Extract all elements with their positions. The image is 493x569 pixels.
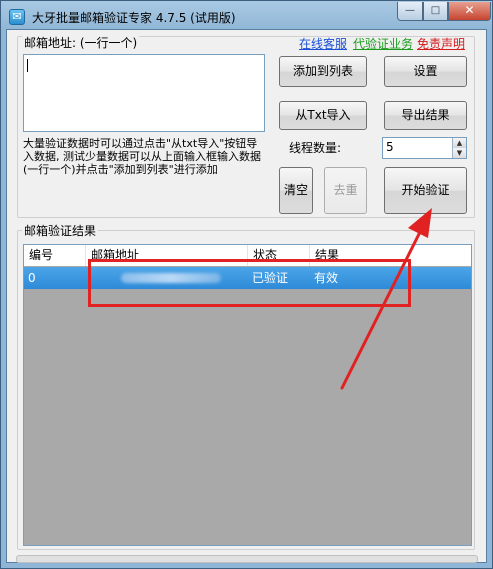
results-listview[interactable]: 编号 邮箱地址 状态 结果 0 已验证 有效 bbox=[23, 244, 472, 546]
thread-count-stepper[interactable]: 5 ▲ ▼ bbox=[382, 137, 467, 159]
dedupe-button[interactable]: 去重 bbox=[324, 167, 367, 214]
maximize-button[interactable]: □ bbox=[423, 2, 448, 21]
email-input-label: 邮箱地址: (一行一个) bbox=[22, 34, 140, 51]
thread-count-label: 线程数量: bbox=[289, 141, 342, 155]
row-id-cell: 0 bbox=[28, 271, 36, 285]
column-header-result[interactable]: 结果 bbox=[310, 245, 471, 266]
table-row[interactable]: 0 已验证 有效 bbox=[24, 267, 471, 289]
text-caret bbox=[27, 59, 28, 72]
column-header-email[interactable]: 邮箱地址 bbox=[86, 245, 248, 266]
settings-button[interactable]: 设置 bbox=[384, 56, 467, 87]
online-support-link[interactable]: 在线客服 bbox=[299, 35, 347, 52]
thread-count-value: 5 bbox=[386, 140, 394, 154]
close-button[interactable]: ✕ bbox=[448, 2, 491, 21]
title-bar[interactable]: ✉ 大牙批量邮箱验证专家 4.7.5 (试用版) — □ ✕ bbox=[2, 2, 493, 30]
column-header-status[interactable]: 状态 bbox=[248, 245, 310, 266]
spin-down-icon[interactable]: ▼ bbox=[452, 148, 466, 158]
row-result-cell: 有效 bbox=[314, 271, 339, 285]
minimize-button[interactable]: — bbox=[397, 2, 423, 21]
results-header: 编号 邮箱地址 状态 结果 bbox=[24, 245, 471, 266]
blurred-email-redaction bbox=[121, 273, 221, 283]
results-label: 邮箱验证结果 bbox=[22, 222, 99, 239]
add-to-list-button[interactable]: 添加到列表 bbox=[279, 56, 367, 87]
import-txt-button[interactable]: 从Txt导入 bbox=[279, 101, 367, 130]
window-title: 大牙批量邮箱验证专家 4.7.5 (试用版) bbox=[32, 11, 236, 25]
row-status-cell: 已验证 bbox=[252, 271, 289, 285]
start-verify-button[interactable]: 开始验证 bbox=[384, 167, 467, 214]
spin-up-icon[interactable]: ▲ bbox=[452, 138, 466, 148]
horizontal-scrollbar[interactable] bbox=[16, 555, 478, 563]
import-hint-text: 大量验证数据时可以通过点击"从txt导入"按钮导入数据, 测试少量数据可以从上面… bbox=[23, 137, 261, 176]
export-results-button[interactable]: 导出结果 bbox=[384, 101, 467, 130]
clear-button[interactable]: 清空 bbox=[279, 167, 313, 214]
disclaimer-link[interactable]: 免责声明 bbox=[417, 35, 465, 52]
column-header-id[interactable]: 编号 bbox=[24, 245, 86, 266]
verification-service-link[interactable]: 代验证业务 bbox=[353, 35, 413, 52]
app-icon: ✉ bbox=[9, 9, 25, 25]
email-input-textarea[interactable] bbox=[23, 54, 265, 132]
